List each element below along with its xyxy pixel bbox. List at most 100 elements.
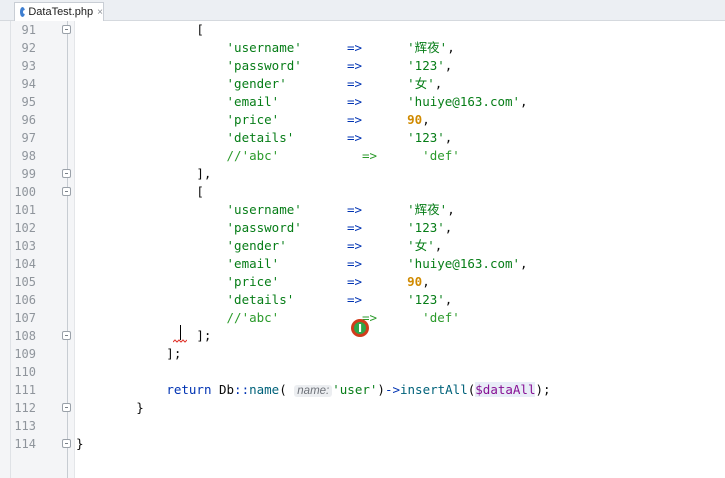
editor-tab-bar: DataTest.php ×: [0, 0, 725, 21]
code-line[interactable]: [76, 417, 725, 435]
code-token: ,: [444, 130, 453, 145]
line-number: 91: [21, 23, 36, 37]
fold-toggle-icon[interactable]: [62, 25, 71, 34]
close-icon[interactable]: ×: [97, 7, 103, 18]
code-token: ,: [444, 220, 453, 235]
code-line[interactable]: [: [76, 183, 725, 201]
fold-toggle-icon[interactable]: [62, 187, 71, 196]
mouse-cursor-icon: I: [351, 319, 369, 337]
code-line[interactable]: 'details' => '123',: [76, 291, 725, 309]
code-token: 'gender': [226, 238, 287, 253]
code-line[interactable]: 'price' => 90,: [76, 111, 725, 129]
line-number: 95: [21, 95, 36, 109]
code-token: ,: [520, 94, 528, 109]
code-token: 'user': [332, 382, 378, 397]
code-line[interactable]: 'gender' => '女',: [76, 75, 725, 93]
fold-toggle-icon[interactable]: [62, 169, 71, 178]
code-token: 90: [407, 274, 423, 289]
parameter-hint: name:: [294, 385, 333, 397]
code-line[interactable]: [: [76, 21, 725, 39]
code-token: }: [76, 436, 84, 451]
code-line[interactable]: [76, 363, 725, 381]
code-line[interactable]: 'email' => 'huiye@163.com',: [76, 93, 725, 111]
code-token: //'abc' => 'def': [226, 148, 460, 163]
fold-toggle-icon[interactable]: [62, 439, 71, 448]
tab-datatest-php[interactable]: DataTest.php ×: [14, 2, 104, 21]
code-token: ,: [444, 58, 453, 73]
code-token: 'username': [226, 202, 302, 217]
code-token: (: [279, 382, 295, 397]
code-token: [: [76, 184, 204, 199]
code-token: insertAll: [400, 382, 468, 397]
code-token: $dataAll: [475, 382, 536, 397]
fold-toggle-icon[interactable]: [62, 403, 71, 412]
code-token: 'huiye@163.com': [407, 94, 521, 109]
code-token: ,: [444, 292, 453, 307]
line-number: 110: [14, 365, 36, 379]
tab-filename: DataTest.php: [28, 6, 94, 18]
code-line[interactable]: ];: [76, 345, 725, 363]
code-token: 'password': [226, 220, 302, 235]
code-line[interactable]: 'password' => '123',: [76, 219, 725, 237]
code-line[interactable]: 'username' => '辉夜',: [76, 201, 725, 219]
line-number: 107: [14, 311, 36, 325]
code-editor[interactable]: 91 [92 'username' => '辉夜', 93 'password' …: [0, 21, 725, 478]
code-line[interactable]: 'username' => '辉夜',: [76, 39, 725, 57]
code-line[interactable]: return Db::name( name:'user')->insertAll…: [76, 381, 725, 399]
code-token: =>: [346, 94, 362, 109]
code-token: ,: [434, 76, 443, 91]
code-token: Db: [211, 382, 235, 397]
code-line[interactable]: 'price' => 90,: [76, 273, 725, 291]
code-line[interactable]: ],: [76, 165, 725, 183]
line-number: 112: [14, 401, 36, 415]
fold-toggle-icon[interactable]: [62, 331, 71, 340]
code-token: 'email': [226, 256, 280, 271]
line-number: 111: [14, 383, 36, 397]
code-token: =>: [346, 58, 362, 73]
code-line[interactable]: //'abc' => 'def': [76, 309, 725, 327]
line-number: 104: [14, 257, 36, 271]
code-token: '123': [407, 220, 445, 235]
code-token: =>: [346, 76, 363, 91]
line-number: 92: [21, 41, 36, 55]
code-token: //'abc' => 'def': [226, 310, 460, 325]
gutter-strip: [10, 21, 11, 478]
code-line[interactable]: 'password' => '123',: [76, 57, 725, 75]
code-token: '女': [407, 76, 435, 91]
code-token: ,: [447, 40, 455, 55]
code-line[interactable]: 'gender' => '女',: [76, 237, 725, 255]
code-token: name: [249, 382, 280, 397]
code-token: ];: [76, 328, 212, 343]
code-token: 'price': [226, 274, 280, 289]
code-line[interactable]: //'abc' => 'def': [76, 147, 725, 165]
code-line[interactable]: 'details' => '123',: [76, 129, 725, 147]
code-token: [: [76, 22, 204, 37]
code-token: =>: [346, 112, 362, 127]
code-line[interactable]: 'email' => 'huiye@163.com',: [76, 255, 725, 273]
php-class-icon: [20, 7, 28, 17]
line-number: 114: [14, 437, 36, 451]
line-number: 98: [21, 149, 36, 163]
code-line[interactable]: }: [76, 435, 725, 453]
line-number: 113: [14, 419, 36, 433]
line-number: 99: [21, 167, 36, 181]
code-line[interactable]: }: [76, 399, 725, 417]
